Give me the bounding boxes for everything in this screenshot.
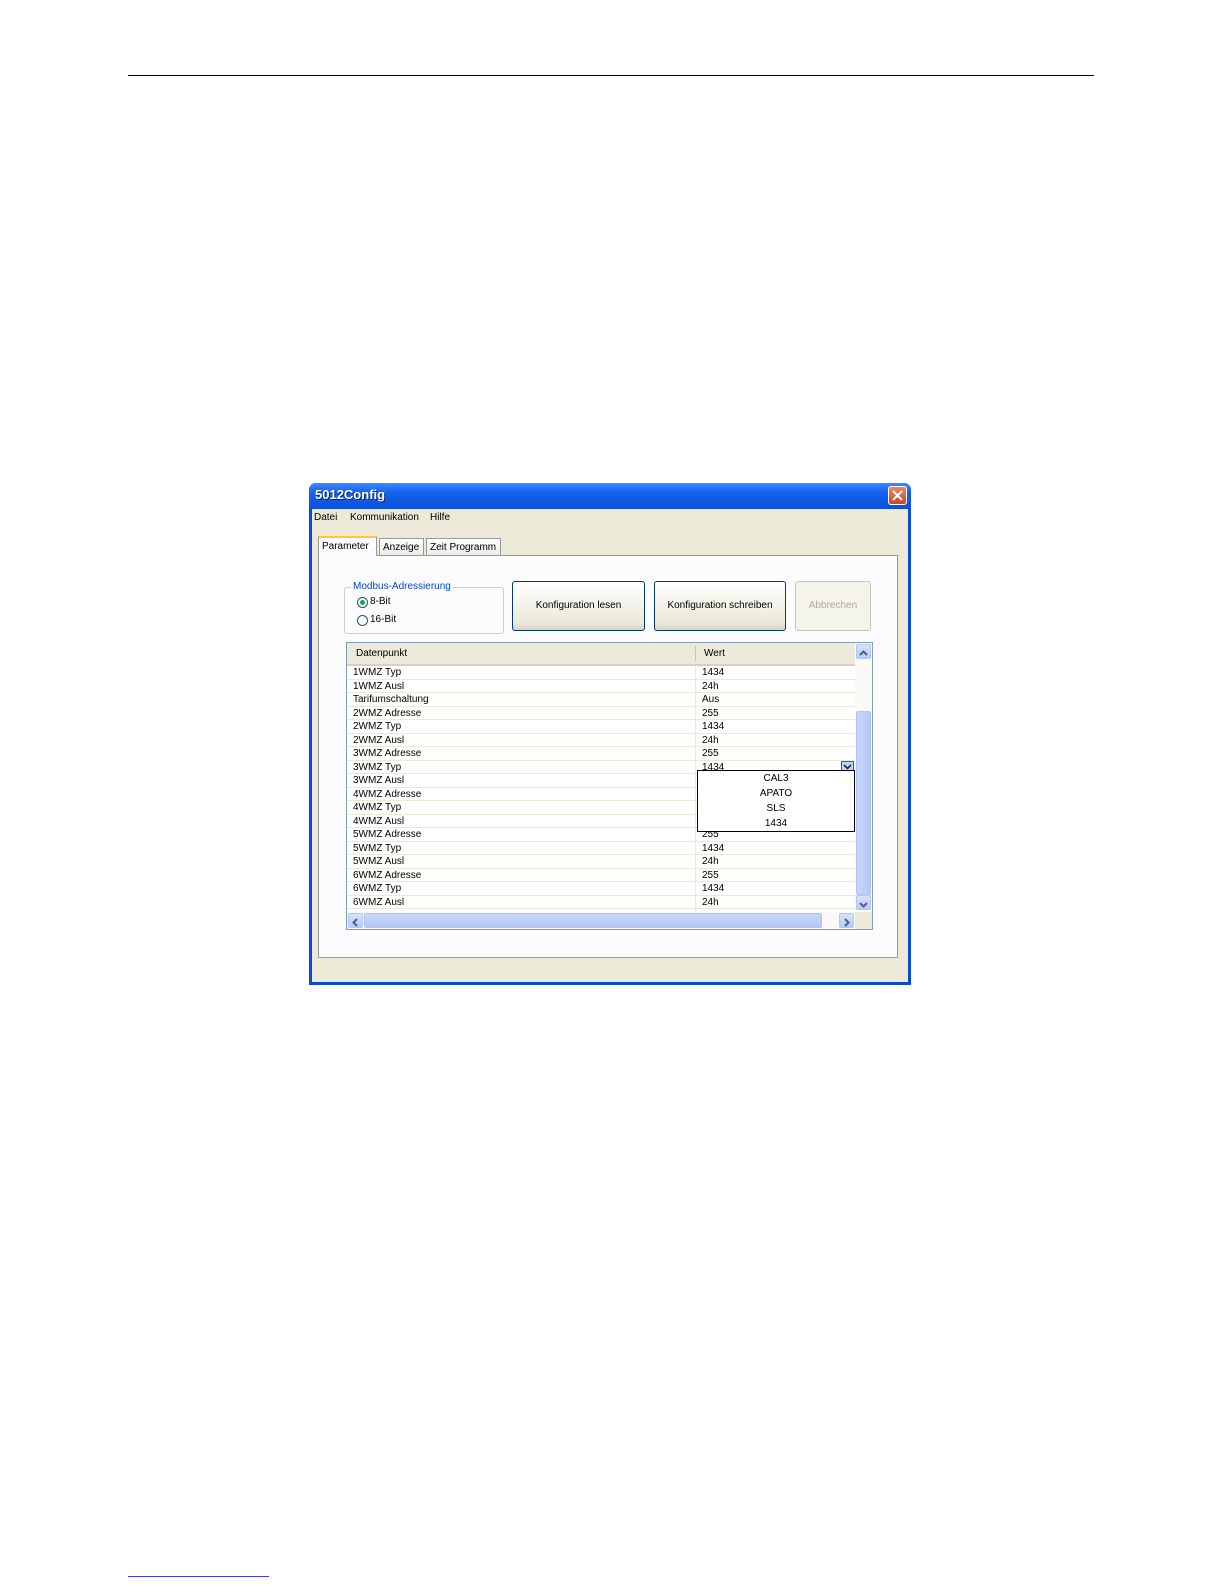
dropdown-option[interactable]: SLS bbox=[698, 801, 854, 816]
wert-cell[interactable]: 24h bbox=[702, 734, 719, 747]
radio-8-bit-circle[interactable] bbox=[357, 597, 368, 608]
application-window: 5012Config Datei Kommunikation Hilfe Par… bbox=[309, 483, 911, 985]
table-row[interactable]: Tarifumschaltung Aus bbox=[347, 693, 856, 707]
datenpunkt-cell: 4WMZ Ausl bbox=[353, 815, 405, 827]
datenpunkt-cell: 4WMZ Typ bbox=[353, 802, 402, 813]
read-config-button[interactable]: Konfiguration lesen bbox=[512, 581, 645, 631]
horizontal-scroll-thumb[interactable] bbox=[364, 913, 822, 928]
horizontal-scrollbar[interactable] bbox=[347, 912, 856, 929]
radio-16-bit-circle[interactable] bbox=[357, 615, 368, 626]
datenpunkt-cell: 5WMZ Adresse bbox=[353, 829, 422, 840]
footnote-rule bbox=[128, 1576, 269, 1577]
menu-hilfe[interactable]: Hilfe bbox=[430, 512, 450, 523]
write-config-button[interactable]: Konfiguration schreiben bbox=[654, 581, 786, 631]
table-row[interactable]: 2WMZ Adresse 255 bbox=[347, 707, 856, 720]
table-row[interactable]: 2WMZ Ausl 24h bbox=[347, 734, 856, 747]
title-bar[interactable]: 5012Config bbox=[309, 483, 911, 509]
datenpunkt-cell: 3WMZ Ausl bbox=[353, 775, 405, 786]
close-icon bbox=[892, 490, 903, 501]
chevron-right-icon bbox=[844, 918, 850, 927]
scroll-down-button[interactable] bbox=[856, 895, 871, 910]
tab-zeit-programm[interactable]: Zeit Programm bbox=[426, 538, 501, 555]
type-dropdown-list: CAL3 APATO SLS 1434 bbox=[697, 770, 855, 832]
menu-kommunikation[interactable]: Kommunikation bbox=[350, 512, 419, 523]
table-row[interactable]: 6WMZ Adresse 255 bbox=[347, 869, 856, 882]
window-title: 5012Config bbox=[315, 487, 386, 502]
wert-cell[interactable]: Aus bbox=[702, 693, 719, 706]
table-row[interactable]: 6WMZ Ausl 24h bbox=[347, 896, 856, 909]
table-row[interactable]: 2WMZ Typ 1434 bbox=[347, 720, 856, 734]
modbus-addressing-group: Modbus-Adressierung 8-Bit 16-Bit bbox=[344, 581, 504, 634]
tab-parameter[interactable]: Parameter bbox=[318, 536, 377, 556]
datapoint-grid: Datenpunkt Wert 1WMZ Typ 1434 1WMZ Ausl 24h… bbox=[346, 642, 873, 930]
chevron-left-icon bbox=[352, 918, 358, 927]
menu-bar: Datei Kommunikation Hilfe bbox=[312, 509, 908, 528]
datenpunkt-cell: 6WMZ Adresse bbox=[353, 869, 422, 881]
datenpunkt-cell: Tarifumschaltung bbox=[353, 694, 429, 705]
datenpunkt-cell: 5WMZ Typ bbox=[353, 842, 402, 854]
column-header-datenpunkt[interactable]: Datenpunkt bbox=[356, 648, 407, 659]
dropdown-option[interactable]: CAL3 bbox=[698, 771, 854, 786]
datenpunkt-cell: 2WMZ Adresse bbox=[353, 707, 422, 719]
scrollbar-corner bbox=[855, 912, 872, 929]
chevron-up-icon bbox=[859, 650, 868, 656]
datenpunkt-cell: 6WMZ Typ bbox=[353, 883, 402, 894]
radio-8-bit-label: 8-Bit bbox=[370, 596, 391, 607]
datenpunkt-cell: 3WMZ Adresse bbox=[353, 748, 422, 759]
modbus-addressing-legend: Modbus-Adressierung bbox=[351, 581, 453, 592]
page-header-rule bbox=[128, 75, 1094, 76]
dropdown-option[interactable]: 1434 bbox=[698, 816, 854, 831]
window-client-area: Datei Kommunikation Hilfe Parameter Anze… bbox=[312, 509, 908, 982]
grid-header: Datenpunkt Wert bbox=[347, 643, 856, 666]
datenpunkt-cell: 2WMZ Ausl bbox=[353, 734, 405, 746]
datenpunkt-cell: 3WMZ Typ bbox=[353, 761, 402, 773]
wert-cell[interactable]: 1434 bbox=[702, 666, 724, 679]
wert-cell[interactable]: 24h bbox=[702, 680, 719, 693]
close-button[interactable] bbox=[888, 486, 907, 505]
datenpunkt-cell: 1WMZ Typ bbox=[353, 667, 402, 678]
scroll-up-button[interactable] bbox=[856, 644, 871, 659]
table-row[interactable]: 6WMZ Typ 1434 bbox=[347, 882, 856, 896]
wert-cell[interactable]: 1434 bbox=[702, 842, 724, 855]
scroll-left-button[interactable] bbox=[348, 913, 363, 928]
wert-cell[interactable]: 1434 bbox=[702, 720, 724, 733]
table-row[interactable]: 5WMZ Ausl 24h bbox=[347, 855, 856, 869]
wert-cell[interactable]: 24h bbox=[702, 855, 719, 868]
datenpunkt-cell: 5WMZ Ausl bbox=[353, 856, 405, 867]
tab-anzeige[interactable]: Anzeige bbox=[379, 538, 424, 555]
wert-cell[interactable]: 24h bbox=[702, 896, 719, 909]
menu-datei[interactable]: Datei bbox=[314, 512, 337, 523]
wert-cell[interactable]: 255 bbox=[702, 747, 719, 760]
datenpunkt-cell: 2WMZ Typ bbox=[353, 721, 402, 732]
table-row[interactable]: 5WMZ Typ 1434 bbox=[347, 842, 856, 855]
vertical-scroll-thumb[interactable] bbox=[856, 711, 871, 895]
datenpunkt-cell: 6WMZ Ausl bbox=[353, 896, 405, 908]
scroll-right-button[interactable] bbox=[839, 913, 854, 928]
vertical-scrollbar[interactable] bbox=[855, 643, 872, 911]
table-row[interactable]: 3WMZ Adresse 255 bbox=[347, 747, 856, 761]
table-row[interactable]: 1WMZ Typ 1434 bbox=[347, 666, 856, 680]
dropdown-option[interactable]: APATO bbox=[698, 786, 854, 801]
parameter-panel: Modbus-Adressierung 8-Bit 16-Bit Konfigu… bbox=[318, 555, 898, 958]
wert-cell[interactable]: 255 bbox=[702, 707, 719, 720]
wert-cell[interactable]: 1434 bbox=[702, 882, 724, 895]
radio-16-bit-label: 16-Bit bbox=[370, 614, 397, 625]
column-header-wert[interactable]: Wert bbox=[704, 648, 725, 659]
table-row[interactable]: 1WMZ Ausl 24h bbox=[347, 680, 856, 693]
datenpunkt-cell: 1WMZ Ausl bbox=[353, 680, 405, 692]
chevron-down-icon bbox=[859, 902, 868, 908]
cancel-button[interactable]: Abbrechen bbox=[795, 581, 871, 631]
datenpunkt-cell: 4WMZ Adresse bbox=[353, 788, 422, 800]
wert-cell[interactable]: 255 bbox=[702, 869, 719, 882]
